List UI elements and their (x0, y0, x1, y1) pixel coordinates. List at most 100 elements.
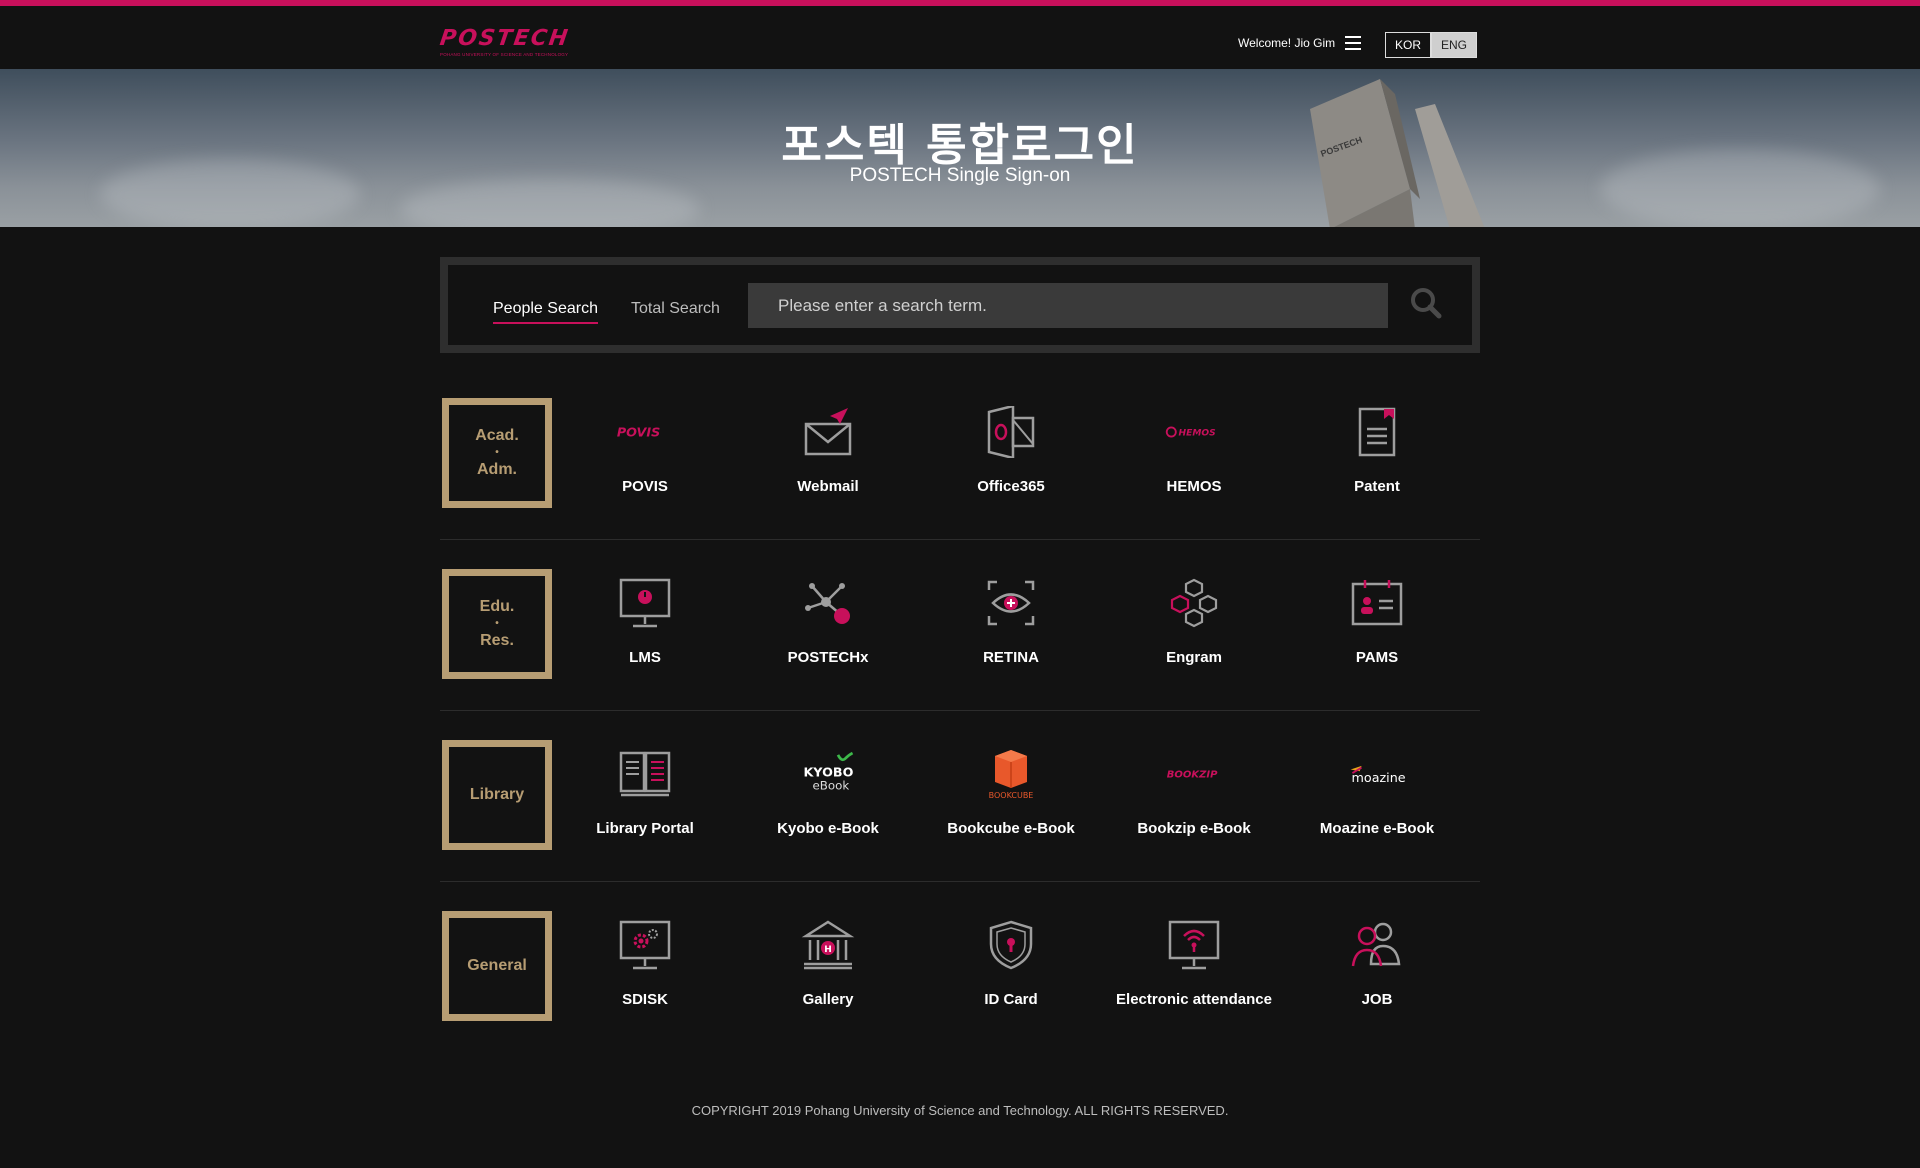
people-icon (1347, 915, 1407, 975)
app-postechx[interactable]: POSTECHx (758, 559, 898, 689)
book-icon (615, 744, 675, 804)
hero-subtitle: POSTECH Single Sign-on (849, 165, 1071, 186)
category-label: Library (469, 786, 525, 803)
app-label: Kyobo e-Book (777, 820, 879, 837)
svg-text:moazine: moazine (1352, 770, 1406, 785)
category-label-top: Edu. (479, 598, 515, 615)
app-label: RETINA (983, 649, 1039, 666)
header: POSTECH POHANG UNIVERSITY OF SCIENCE AND… (0, 6, 1920, 69)
app-label: POSTECHx (787, 649, 869, 666)
tab-people-search[interactable]: People Search (493, 300, 598, 324)
logo-subtitle: POHANG UNIVERSITY OF SCIENCE AND TECHNOL… (440, 52, 569, 57)
category-row-library: Library Library Portal KYOBO eBook Kyobo… (440, 710, 1480, 882)
app-webmail[interactable]: Webmail (758, 388, 898, 518)
category-label-top: Acad. (475, 427, 519, 444)
id-badge-icon (1347, 573, 1407, 633)
app-label: PAMS (1355, 649, 1399, 666)
bookcube-logo-icon: BOOKCUBE (981, 744, 1041, 804)
network-icon (798, 573, 858, 633)
category-general: General (442, 911, 552, 1021)
monitor-gear-icon (615, 915, 675, 975)
app-label: Bookcube e-Book (947, 820, 1075, 837)
app-electronic-attendance[interactable]: Electronic attendance (1116, 901, 1272, 1031)
app-label: POVIS (622, 478, 668, 495)
language-switch: KOR ENG (1385, 32, 1477, 58)
povis-logo-icon: POVIS (615, 402, 675, 462)
svg-text:POVIS: POVIS (617, 425, 660, 440)
postech-logo[interactable]: POSTECH POHANG UNIVERSITY OF SCIENCE AND… (438, 26, 590, 62)
app-lms[interactable]: LMS (575, 559, 715, 689)
hero-title: 포스텍 통합로그인 (781, 120, 1139, 171)
category-label-bottom: Adm. (477, 461, 517, 478)
svg-text:H: H (824, 945, 832, 955)
app-povis[interactable]: POVIS POVIS (575, 388, 715, 518)
app-kyobo-ebook[interactable]: KYOBO eBook Kyobo e-Book (758, 730, 898, 860)
category-label-bottom: Res. (480, 632, 514, 649)
cubes-icon (1164, 573, 1224, 633)
kyobo-logo-icon: KYOBO eBook (798, 744, 858, 804)
app-label: Office365 (977, 478, 1045, 495)
tab-total-search[interactable]: Total Search (631, 300, 720, 318)
app-library-portal[interactable]: Library Portal (575, 730, 715, 860)
app-engram[interactable]: Engram (1124, 559, 1264, 689)
shield-icon (981, 915, 1041, 975)
document-icon (1347, 402, 1407, 462)
app-moazine-ebook[interactable]: moazine Moazine e-Book (1307, 730, 1447, 860)
category-row-acad-adm: Acad. • Adm. POVIS POVIS Webmail Office3… (440, 368, 1480, 540)
lang-eng-button[interactable]: ENG (1431, 32, 1477, 58)
app-patent[interactable]: Patent (1307, 388, 1447, 518)
app-label: SDISK (622, 991, 668, 1008)
app-label: Moazine e-Book (1319, 820, 1435, 837)
app-bookcube-ebook[interactable]: BOOKCUBE Bookcube e-Book (941, 730, 1081, 860)
svg-text:BOOKZIP: BOOKZIP (1167, 770, 1218, 781)
moazine-logo-icon: moazine (1347, 744, 1407, 804)
app-label: Gallery (802, 991, 854, 1008)
app-label: HEMOS (1166, 478, 1222, 495)
search-panel: People Search Total Search (440, 257, 1480, 353)
app-gallery[interactable]: H Gallery (758, 901, 898, 1031)
app-label: LMS (629, 649, 661, 666)
category-row-general: General SDISK H Gallery ID Card Electron… (440, 881, 1480, 1052)
building-icon: H (798, 915, 858, 975)
app-hemos[interactable]: HEMOS HEMOS (1124, 388, 1264, 518)
app-label: Electronic attendance (1116, 991, 1272, 1008)
app-label: Webmail (797, 478, 859, 495)
search-icon[interactable] (1408, 285, 1444, 321)
search-input[interactable] (748, 283, 1388, 328)
app-bookzip-ebook[interactable]: BOOKZIP Bookzip e-Book (1124, 730, 1264, 860)
app-sdisk[interactable]: SDISK (575, 901, 715, 1031)
app-label: Bookzip e-Book (1137, 820, 1251, 837)
category-acad-adm: Acad. • Adm. (442, 398, 552, 508)
svg-text:KYOBO: KYOBO (803, 765, 853, 780)
app-pams[interactable]: PAMS (1307, 559, 1447, 689)
app-id-card[interactable]: ID Card (941, 901, 1081, 1031)
hero-banner: POSTECH 포스텍 통합로그인 POSTECH Single Sign-on (0, 69, 1920, 227)
category-library: Library (442, 740, 552, 850)
app-retina[interactable]: RETINA (941, 559, 1081, 689)
app-office365[interactable]: Office365 (941, 388, 1081, 518)
monitor-signal-icon (1164, 915, 1224, 975)
office-icon (981, 402, 1041, 462)
svg-text:BOOKCUBE: BOOKCUBE (989, 791, 1034, 800)
category-row-edu-res: Edu. • Res. LMS POSTECHx RETINA Engram P… (440, 539, 1480, 711)
svg-text:eBook: eBook (813, 778, 850, 792)
app-label: Engram (1166, 649, 1222, 666)
app-label: Library Portal (596, 820, 694, 837)
hamburger-menu-icon[interactable] (1345, 36, 1361, 50)
app-label: JOB (1361, 991, 1393, 1008)
svg-text:HEMOS: HEMOS (1179, 429, 1217, 439)
envelope-icon (798, 402, 858, 462)
category-edu-res: Edu. • Res. (442, 569, 552, 679)
bookzip-logo-icon: BOOKZIP (1164, 744, 1224, 804)
category-label: General (467, 957, 527, 974)
footer-copyright: COPYRIGHT 2019 Pohang University of Scie… (691, 1103, 1229, 1118)
eye-icon (981, 573, 1041, 633)
logo-text: POSTECH (438, 26, 572, 51)
hemos-logo-icon: HEMOS (1164, 402, 1224, 462)
lang-kor-button[interactable]: KOR (1385, 32, 1431, 58)
app-label: ID Card (984, 991, 1038, 1008)
app-label: Patent (1354, 478, 1400, 495)
app-job[interactable]: JOB (1307, 901, 1447, 1031)
welcome-text: Welcome! Jio Gim (1238, 36, 1336, 50)
monitor-icon (615, 573, 675, 633)
